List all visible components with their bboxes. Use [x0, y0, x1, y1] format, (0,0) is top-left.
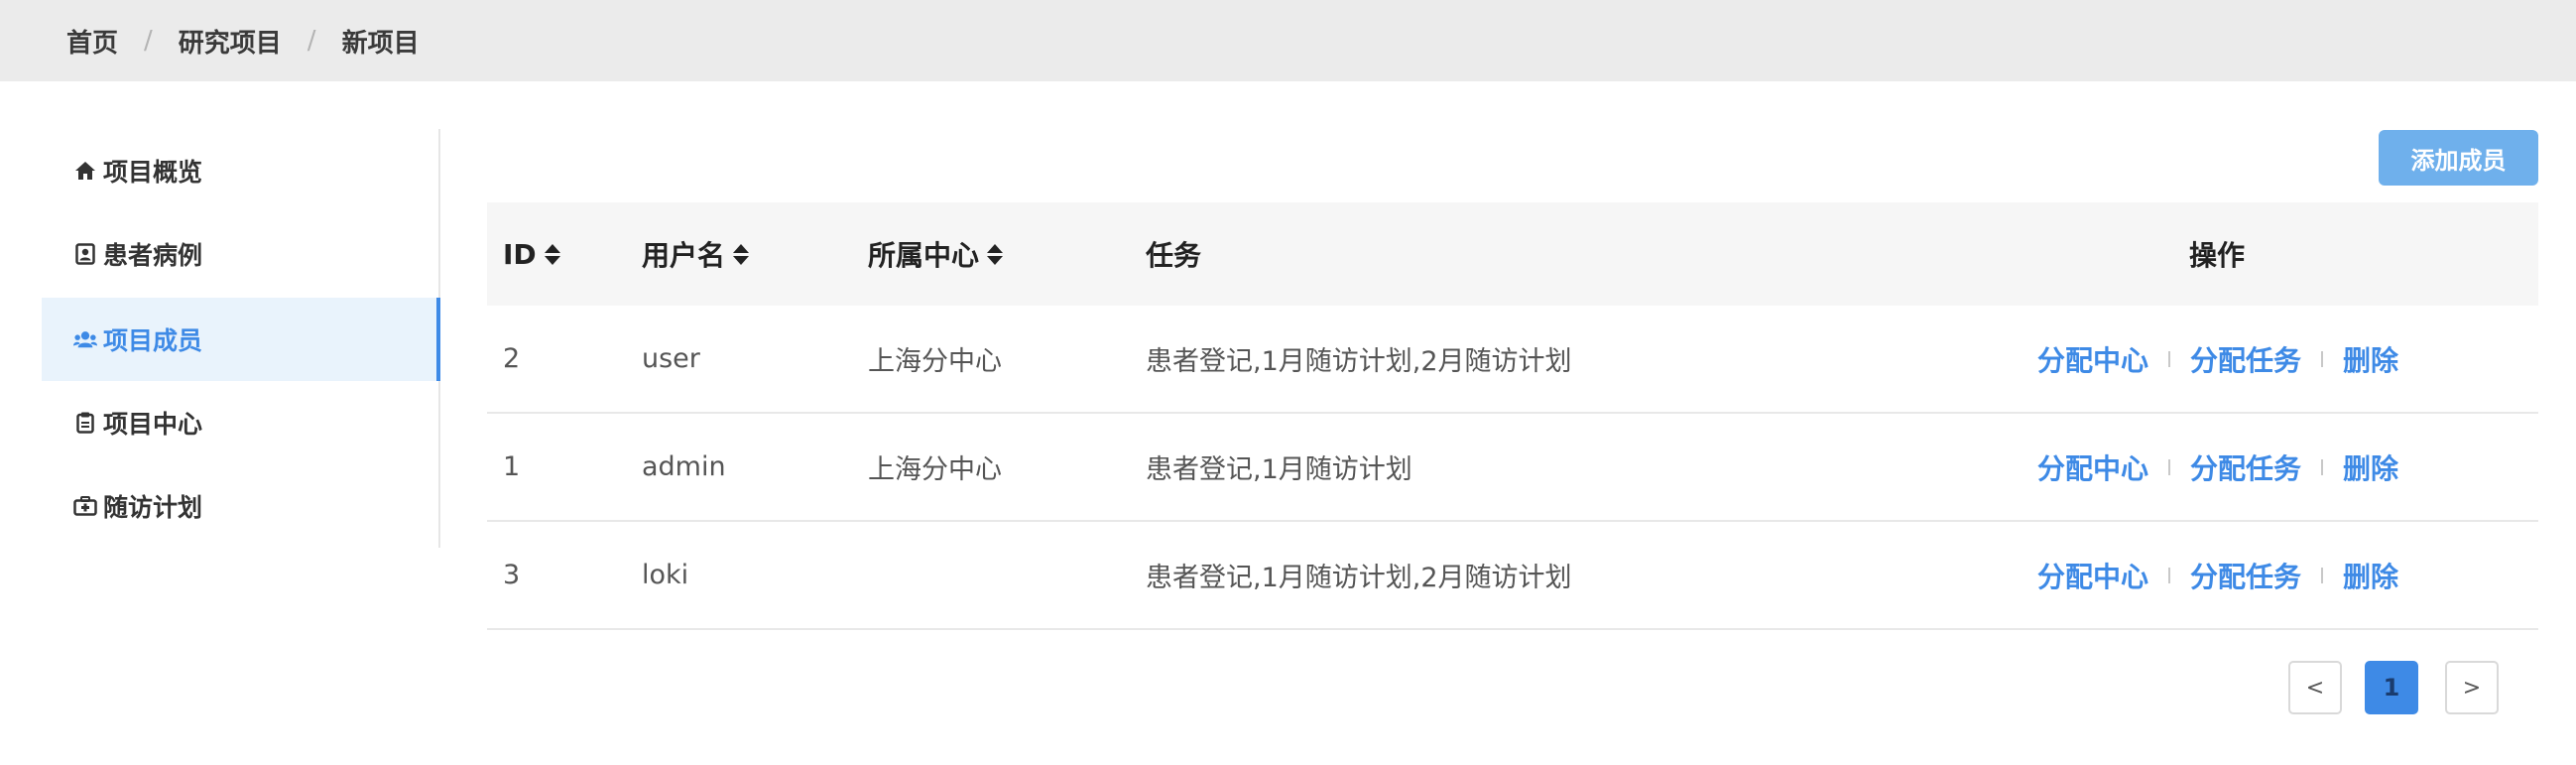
cell-center: 上海分中心: [868, 454, 1002, 485]
column-header-label: 操作: [2189, 239, 2246, 272]
breadcrumb-separator: /: [144, 26, 153, 56]
breadcrumb-projects[interactable]: 研究项目: [179, 23, 282, 60]
delete-link[interactable]: 删除: [2343, 447, 2398, 487]
delete-link[interactable]: 删除: [2343, 339, 2398, 379]
sidebar-item-overview[interactable]: 项目概览: [42, 129, 438, 212]
cell-tasks: 患者登记,1月随访计划: [1146, 454, 1412, 485]
table-row: 3 loki 患者登记,1月随访计划,2月随访计划 分配中心 分配任务 删除: [487, 522, 2538, 630]
sidebar-item-label: 项目概览: [103, 158, 203, 187]
breadcrumb-separator: /: [307, 26, 316, 56]
action-divider: [2168, 350, 2171, 367]
sort-icon[interactable]: [544, 243, 560, 265]
sort-icon[interactable]: [733, 243, 750, 265]
breadcrumb: 首页 / 研究项目 / 新项目: [66, 0, 420, 81]
sidebar-item-label: 患者病例: [103, 241, 203, 270]
pagination-prev-button[interactable]: <: [2288, 661, 2342, 714]
assign-center-link[interactable]: 分配中心: [2037, 339, 2148, 379]
column-header-actions: 操作: [2189, 202, 2245, 306]
table-row: 2 user 上海分中心 患者登记,1月随访计划,2月随访计划 分配中心 分配任…: [487, 306, 2538, 414]
cell-center: 上海分中心: [868, 346, 1002, 377]
cell-tasks: 患者登记,1月随访计划,2月随访计划: [1146, 563, 1572, 593]
assign-task-link[interactable]: 分配任务: [2190, 339, 2301, 379]
breadcrumb-bar: 首页 / 研究项目 / 新项目: [0, 0, 2576, 81]
breadcrumb-current: 新项目: [341, 28, 420, 59]
chevron-left-icon: <: [2305, 675, 2325, 701]
action-divider: [2321, 458, 2324, 475]
home-icon: [73, 159, 97, 183]
breadcrumb-home[interactable]: 首页: [66, 23, 118, 60]
column-header-label: 用户名: [642, 239, 726, 272]
row-actions: 分配中心 分配任务 删除: [2037, 306, 2398, 412]
column-header-label: 所属中心: [868, 239, 980, 272]
assign-center-link[interactable]: 分配中心: [2037, 447, 2148, 487]
column-header-label: ID: [503, 237, 537, 271]
assign-task-link[interactable]: 分配任务: [2190, 556, 2301, 595]
sidebar-item-centers[interactable]: 项目中心: [42, 381, 438, 464]
chevron-right-icon: >: [2462, 675, 2482, 701]
pagination-page-button[interactable]: 1: [2365, 661, 2418, 714]
sidebar-item-label: 随访计划: [103, 493, 203, 522]
column-header-center[interactable]: 所属中心: [868, 202, 1004, 306]
row-actions: 分配中心 分配任务 删除: [2037, 414, 2398, 520]
sidebar-item-members[interactable]: 项目成员: [42, 298, 440, 381]
sidebar-item-label: 项目成员: [103, 326, 203, 355]
add-member-button[interactable]: 添加成员: [2379, 130, 2538, 186]
medkit-icon: [73, 494, 97, 518]
sidebar-item-patients[interactable]: 患者病例: [42, 212, 438, 296]
users-icon: [73, 327, 97, 351]
table-row: 1 admin 上海分中心 患者登记,1月随访计划 分配中心 分配任务 删除: [487, 414, 2538, 522]
sidebar-item-followup[interactable]: 随访计划: [42, 464, 438, 548]
cell-username: admin: [642, 451, 726, 482]
id-card-icon: [73, 242, 97, 266]
action-divider: [2321, 350, 2324, 367]
row-actions: 分配中心 分配任务 删除: [2037, 522, 2398, 628]
action-divider: [2168, 567, 2171, 583]
cell-username: loki: [642, 560, 689, 590]
sidebar: 项目概览 患者病例 项目成员 项目中心 随访计划: [42, 129, 440, 548]
delete-link[interactable]: 删除: [2343, 556, 2398, 595]
cell-username: user: [642, 343, 700, 374]
column-header-id[interactable]: ID: [503, 202, 560, 306]
cell-tasks: 患者登记,1月随访计划,2月随访计划: [1146, 346, 1572, 377]
sort-icon[interactable]: [987, 243, 1004, 265]
column-header-label: 任务: [1146, 239, 1202, 272]
pagination-next-button[interactable]: >: [2445, 661, 2499, 714]
column-header-username[interactable]: 用户名: [642, 202, 750, 306]
cell-id: 1: [503, 451, 521, 482]
cell-id: 3: [503, 560, 521, 590]
table-header: ID 用户名 所属中心 任务 操作: [487, 202, 2538, 306]
action-divider: [2321, 567, 2324, 583]
action-divider: [2168, 458, 2171, 475]
column-header-tasks: 任务: [1146, 202, 1201, 306]
cell-id: 2: [503, 343, 521, 374]
assign-task-link[interactable]: 分配任务: [2190, 447, 2301, 487]
page-number: 1: [2383, 674, 2400, 701]
clipboard-icon: [73, 411, 97, 435]
assign-center-link[interactable]: 分配中心: [2037, 556, 2148, 595]
members-table: ID 用户名 所属中心 任务 操作 2 user 上海分中心 患者登记,1月随访…: [487, 202, 2538, 630]
sidebar-item-label: 项目中心: [103, 410, 203, 439]
